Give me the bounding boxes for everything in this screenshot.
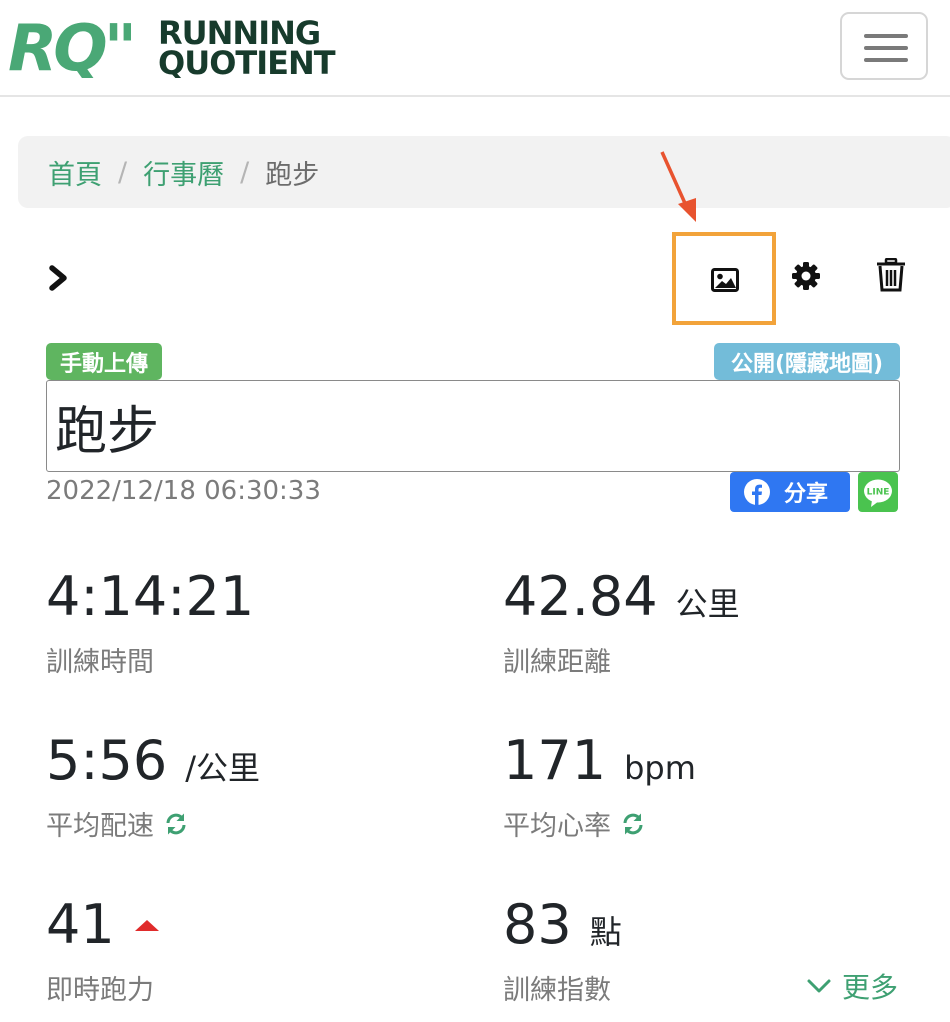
share-label: 分享 [784, 482, 829, 507]
image-button-highlight[interactable] [672, 232, 776, 325]
facebook-icon [744, 479, 770, 505]
stat-label-text: 訓練距離 [503, 647, 611, 678]
stat-label-text: 即時跑力 [46, 975, 154, 1006]
breadcrumb-separator: / [118, 156, 128, 188]
breadcrumb-calendar-link[interactable]: 行事曆 [143, 153, 224, 192]
facebook-share-button[interactable]: 分享 [730, 472, 850, 512]
chevron-right-icon[interactable] [44, 262, 74, 294]
line-icon: LINE [864, 479, 892, 507]
breadcrumb-separator: / [240, 156, 250, 188]
activity-datetime: 2022/12/18 06:30:33 [46, 476, 321, 506]
line-share-button[interactable]: LINE [858, 472, 898, 512]
trend-up-icon [134, 919, 159, 931]
stat-number: 42.84 [503, 565, 658, 628]
stat-number: 4:14:21 [46, 565, 255, 628]
stat-unit: /公里 [185, 749, 261, 787]
average-pace-label: 平均配速 [46, 804, 188, 843]
visibility-badge[interactable]: 公開(隱藏地圖) [714, 343, 900, 380]
stat-unit: bpm [624, 749, 696, 787]
vdot-value: 41 [46, 898, 159, 952]
stat-label-text: 訓練時間 [46, 647, 154, 678]
training-distance-value: 42.84 公里 [503, 570, 740, 624]
training-time-value: 4:14:21 [46, 570, 254, 624]
breadcrumb-home-link[interactable]: 首頁 [48, 153, 102, 192]
logo-mark: RQ" [8, 14, 133, 78]
activity-title-field[interactable]: 跑步 [46, 380, 900, 472]
logo-line-2: QUOTIENT [158, 44, 336, 78]
training-time-label: 訓練時間 [46, 640, 154, 679]
image-icon [711, 268, 739, 292]
running-quotient-logo[interactable]: RQ" RUNNING QUOTIENT [8, 14, 403, 78]
manual-upload-badge: 手動上傳 [46, 343, 163, 380]
training-distance-label: 訓練距離 [503, 640, 611, 679]
activity-title: 跑步 [55, 401, 160, 462]
stat-label-text: 訓練指數 [503, 975, 611, 1006]
site-header: RQ" RUNNING QUOTIENT [0, 0, 950, 97]
more-label: 更多 [842, 971, 899, 1004]
stat-unit: 點 [589, 913, 622, 951]
average-pace-value: 5:56 /公里 [46, 734, 260, 788]
stat-number: 5:56 [46, 729, 168, 792]
annotation-arrow [660, 151, 696, 222]
training-index-value: 83 點 [503, 898, 622, 952]
hamburger-menu-button[interactable] [840, 12, 928, 80]
average-heart-rate-label: 平均心率 [503, 804, 645, 843]
svg-text:LINE: LINE [867, 488, 890, 498]
refresh-icon[interactable] [164, 812, 188, 836]
refresh-icon[interactable] [621, 812, 645, 836]
stat-label-text: 平均心率 [503, 811, 611, 842]
breadcrumb: 首頁 / 行事曆 / 跑步 [18, 136, 950, 208]
more-button[interactable]: 更多 [806, 966, 898, 1006]
vdot-label: 即時跑力 [46, 968, 154, 1007]
trash-icon[interactable] [876, 258, 906, 292]
breadcrumb-current: 跑步 [265, 159, 320, 191]
average-heart-rate-value: 171 bpm [503, 734, 696, 788]
gear-icon[interactable] [790, 260, 822, 292]
stat-number: 83 [503, 893, 572, 956]
stat-number: 41 [46, 893, 115, 956]
stat-number: 171 [503, 729, 607, 792]
chevron-down-icon [807, 979, 831, 993]
stat-unit: 公里 [675, 585, 740, 623]
training-index-label: 訓練指數 [503, 968, 611, 1007]
stat-label-text: 平均配速 [46, 811, 154, 842]
